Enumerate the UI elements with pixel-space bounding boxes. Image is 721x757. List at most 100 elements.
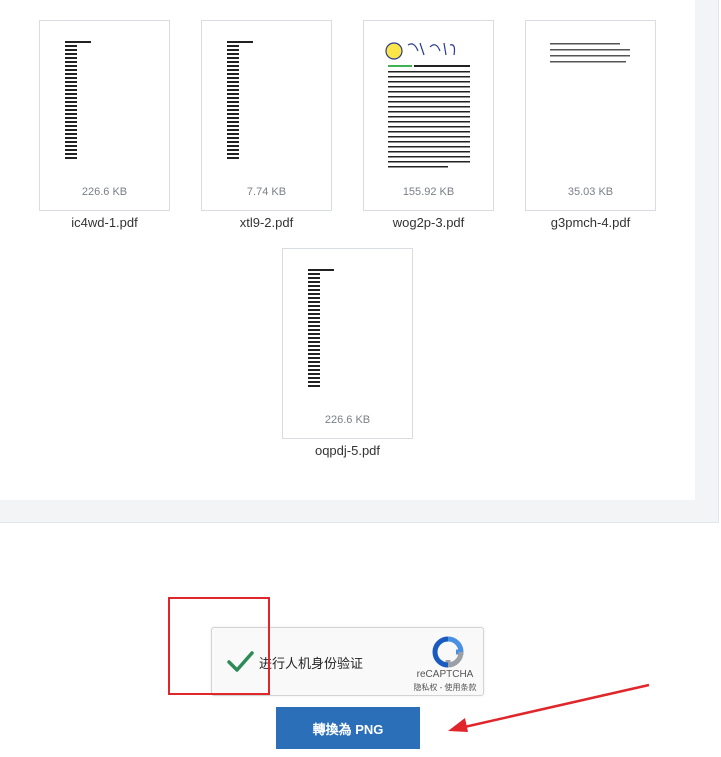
preview-line [308,333,320,335]
preview-line [65,121,77,123]
preview-line [65,101,77,103]
preview-line [65,141,77,143]
preview-line [227,121,239,123]
page-preview [308,269,334,389]
file-name: wog2p-3.pdf [392,215,465,230]
preview-line [308,341,320,343]
preview-line [308,369,320,371]
file-thumbnail[interactable]: 155.92 KB [363,20,494,211]
preview-line [65,109,77,111]
preview-line [308,297,320,299]
preview-line [308,377,320,379]
preview-line [227,153,239,155]
file-name: oqpdj-5.pdf [314,443,381,458]
preview-line [308,317,320,319]
preview-line [308,289,320,291]
preview-line [227,73,239,75]
preview-line [308,349,320,351]
preview-line [227,45,239,47]
page-preview [227,41,253,161]
page-preview [550,43,630,63]
preview-line [65,77,77,79]
file-list-panel: 226.6 KB ic4wd-1.pdf 7.74 KB xtl9-2.pdf [0,0,719,523]
preview-line [308,329,320,331]
preview-line [65,153,77,155]
captcha-label: 进行人机身份验证 [259,656,364,671]
page-preview [65,41,91,161]
preview-line [308,313,320,315]
preview-line [227,81,239,83]
preview-line [227,65,239,67]
preview-line [227,53,239,55]
file-name: xtl9-2.pdf [239,215,294,230]
file-thumbnail[interactable]: 35.03 KB [525,20,656,211]
preview-line [65,97,77,99]
preview-line [227,113,239,115]
preview-line [65,61,77,63]
preview-line [65,113,77,115]
preview-line [227,137,239,139]
preview-line [227,41,253,43]
preview-line [227,69,239,71]
preview-line [308,325,320,327]
preview-line [65,93,77,95]
preview-line [227,157,239,159]
preview-line [65,65,77,67]
file-name: ic4wd-1.pdf [71,215,138,230]
preview-line [308,285,320,287]
preview-line [227,133,239,135]
file-size: 155.92 KB [402,186,455,198]
preview-line [227,49,239,51]
preview-line [227,149,239,151]
preview-line [65,73,77,75]
preview-line [227,97,239,99]
file-thumbnail[interactable]: 226.6 KB [39,20,170,211]
preview-line [308,381,320,383]
preview-line [308,277,320,279]
recaptcha-logo-icon [432,636,464,668]
preview-line [308,373,320,375]
preview-line [65,133,77,135]
preview-line [65,45,77,47]
preview-line [227,101,239,103]
preview-line [308,357,320,359]
file-size: 35.03 KB [567,186,614,198]
preview-line [65,81,77,83]
preview-line [308,353,320,355]
preview-line [227,89,239,91]
preview-line [65,53,77,55]
annotation-arrow-icon [448,683,650,732]
preview-line [308,345,320,347]
highlight-annotation-box [168,597,270,695]
file-thumbnail[interactable]: 7.74 KB [201,20,332,211]
preview-line [308,273,320,275]
preview-line [227,105,239,107]
preview-line [65,125,77,127]
preview-line [65,137,77,139]
preview-line [65,129,77,131]
preview-line [308,269,334,271]
preview-line [227,77,239,79]
preview-line [65,85,77,87]
preview-line [227,117,239,119]
preview-line [227,93,239,95]
preview-line [308,293,320,295]
preview-line [308,321,320,323]
preview-line [227,145,239,147]
preview-line [227,141,239,143]
captcha-brand: reCAPTCHA [416,669,474,680]
preview-line [308,361,320,363]
preview-line [308,281,320,283]
preview-line [308,365,320,367]
preview-line [308,301,320,303]
file-thumbnail[interactable]: 226.6 KB [282,248,413,439]
preview-line [308,305,320,307]
preview-line [65,117,77,119]
preview-line [308,309,320,311]
file-size: 7.74 KB [246,186,287,198]
preview-line [227,125,239,127]
preview-line [227,129,239,131]
convert-to-png-button[interactable]: 轉換為 PNG [276,707,420,749]
preview-line [308,385,320,387]
page-preview [385,42,470,168]
